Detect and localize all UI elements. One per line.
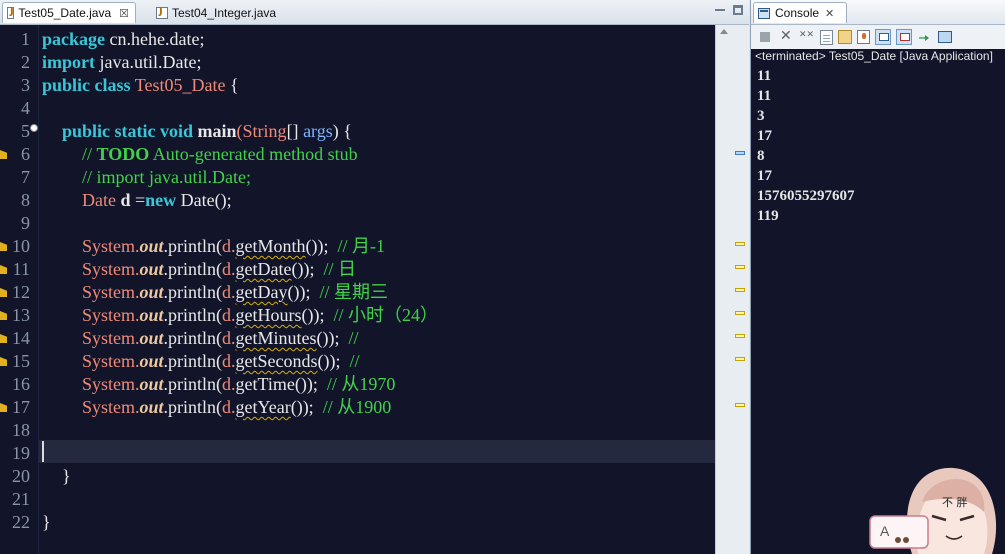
java-file-icon	[7, 6, 15, 19]
scroll-up-icon[interactable]	[720, 29, 728, 34]
line-number: 18	[12, 420, 30, 440]
code-line[interactable]: package cn.hehe.date;	[42, 28, 204, 51]
code-line[interactable]: // import java.util.Date;	[82, 166, 251, 189]
tab-console[interactable]: Console ✕	[753, 2, 847, 23]
show-on-stderr-icon[interactable]	[896, 29, 912, 45]
warning-annotation-mark[interactable]	[735, 311, 745, 315]
fold-toggle-icon[interactable]	[30, 124, 38, 132]
console-icon	[758, 7, 770, 19]
console-output-line: 11	[757, 68, 772, 84]
line-number: 22	[12, 512, 30, 532]
code-line[interactable]: public static void main(String[] args) {	[62, 120, 352, 143]
close-icon[interactable]: ✕	[825, 7, 834, 20]
text-caret	[42, 441, 44, 462]
close-icon[interactable]: ☒	[119, 7, 129, 20]
overview-ruler[interactable]	[732, 25, 749, 554]
warning-annotation-mark[interactable]	[735, 357, 745, 361]
code-line[interactable]: System.out.println(d.getMinutes()); //	[82, 327, 359, 350]
remove-launch-icon[interactable]	[778, 28, 794, 45]
tab-label: Console	[775, 6, 820, 20]
code-line[interactable]: public class Test05_Date {	[42, 74, 239, 97]
task-annotation-mark[interactable]	[735, 151, 745, 155]
code-line[interactable]: import java.util.Date;	[42, 51, 201, 74]
line-number: 20	[12, 466, 30, 486]
line-number: 3	[21, 75, 30, 95]
maximize-icon[interactable]	[731, 4, 745, 16]
code-line[interactable]: }	[42, 511, 51, 534]
line-number-gutter: 1 2 3 4 5 6 7 8 9 10 11 12 13 14 15 16 1…	[0, 25, 39, 554]
tab-test04-integer[interactable]: Test04_Integer.java	[152, 2, 302, 23]
console-toolbar	[751, 25, 1005, 49]
line-number: 16	[12, 374, 30, 394]
line-number: 1	[21, 29, 30, 49]
warning-annotation-mark[interactable]	[735, 242, 745, 246]
mascot-sticker: A 不 胖	[869, 467, 997, 554]
code-line[interactable]: // TODO Auto-generated method stub	[82, 143, 358, 166]
pin-console-icon[interactable]	[857, 30, 870, 44]
editor-pane: Test05_Date.java ☒ Test04_Integer.java 1…	[0, 0, 749, 554]
console-output-line: 8	[757, 148, 765, 164]
line-number: 7	[21, 167, 30, 187]
warning-annotation-mark[interactable]	[735, 334, 745, 338]
line-number: 8	[21, 190, 30, 210]
remove-all-terminated-icon[interactable]	[799, 29, 815, 45]
line-number: 2	[21, 52, 30, 72]
terminate-icon[interactable]	[757, 29, 773, 45]
code-line[interactable]: }	[62, 465, 71, 488]
code-line[interactable]: System.out.println(d.getYear()); // 从190…	[82, 396, 391, 419]
console-output-line: 11	[757, 88, 772, 104]
tab-label: Test05_Date.java	[18, 6, 112, 20]
minimize-icon[interactable]	[713, 4, 727, 16]
code-line[interactable]: System.out.println(d.getTime()); // 从197…	[82, 373, 395, 396]
code-line[interactable]: System.out.println(d.getMonth()); // 月-1	[82, 235, 385, 258]
scroll-lock-icon[interactable]	[838, 30, 852, 44]
vertical-scrollbar[interactable]	[715, 25, 733, 554]
line-number: 4	[21, 98, 30, 118]
clear-console-icon[interactable]	[820, 29, 833, 45]
editor-tab-bar: Test05_Date.java ☒ Test04_Integer.java	[0, 0, 749, 25]
warning-annotation-mark[interactable]	[735, 288, 745, 292]
current-line-highlight	[39, 440, 715, 463]
code-line[interactable]: System.out.println(d.getDay()); // 星期三	[82, 281, 388, 304]
console-output-line: 3	[757, 108, 765, 124]
console-output-line: 17	[757, 128, 772, 144]
mascot-badge: A	[880, 523, 890, 539]
warning-annotation-mark[interactable]	[735, 265, 745, 269]
code-line[interactable]: Date d =new Date();	[82, 189, 232, 212]
console-output-line: 119	[757, 208, 779, 224]
code-line[interactable]: System.out.println(d.getSeconds()); //	[82, 350, 360, 373]
open-console-icon[interactable]	[917, 29, 933, 45]
code-line[interactable]: System.out.println(d.getDate()); // 日	[82, 258, 356, 281]
code-editor[interactable]: package cn.hehe.date; import java.util.D…	[39, 25, 715, 554]
mascot-caption: 不 胖	[942, 496, 968, 509]
line-number: 19	[12, 443, 30, 463]
line-number: 9	[21, 213, 30, 233]
console-output-line: 17	[757, 168, 772, 184]
console-tab-bar: Console ✕	[751, 0, 1005, 25]
tab-label: Test04_Integer.java	[172, 5, 277, 20]
tab-test05-date[interactable]: Test05_Date.java ☒	[2, 2, 136, 23]
line-number: 5	[21, 121, 30, 141]
console-output-line: 1576055297607	[757, 188, 855, 204]
java-file-icon	[156, 6, 168, 19]
warning-annotation-mark[interactable]	[735, 403, 745, 407]
console-status: <terminated> Test05_Date [Java Applicati…	[755, 49, 993, 63]
code-line[interactable]: System.out.println(d.getHours()); // 小时（…	[82, 304, 438, 327]
line-number: 21	[12, 489, 30, 509]
show-on-stdout-icon[interactable]	[875, 29, 891, 45]
display-selected-console-icon[interactable]	[938, 31, 952, 43]
